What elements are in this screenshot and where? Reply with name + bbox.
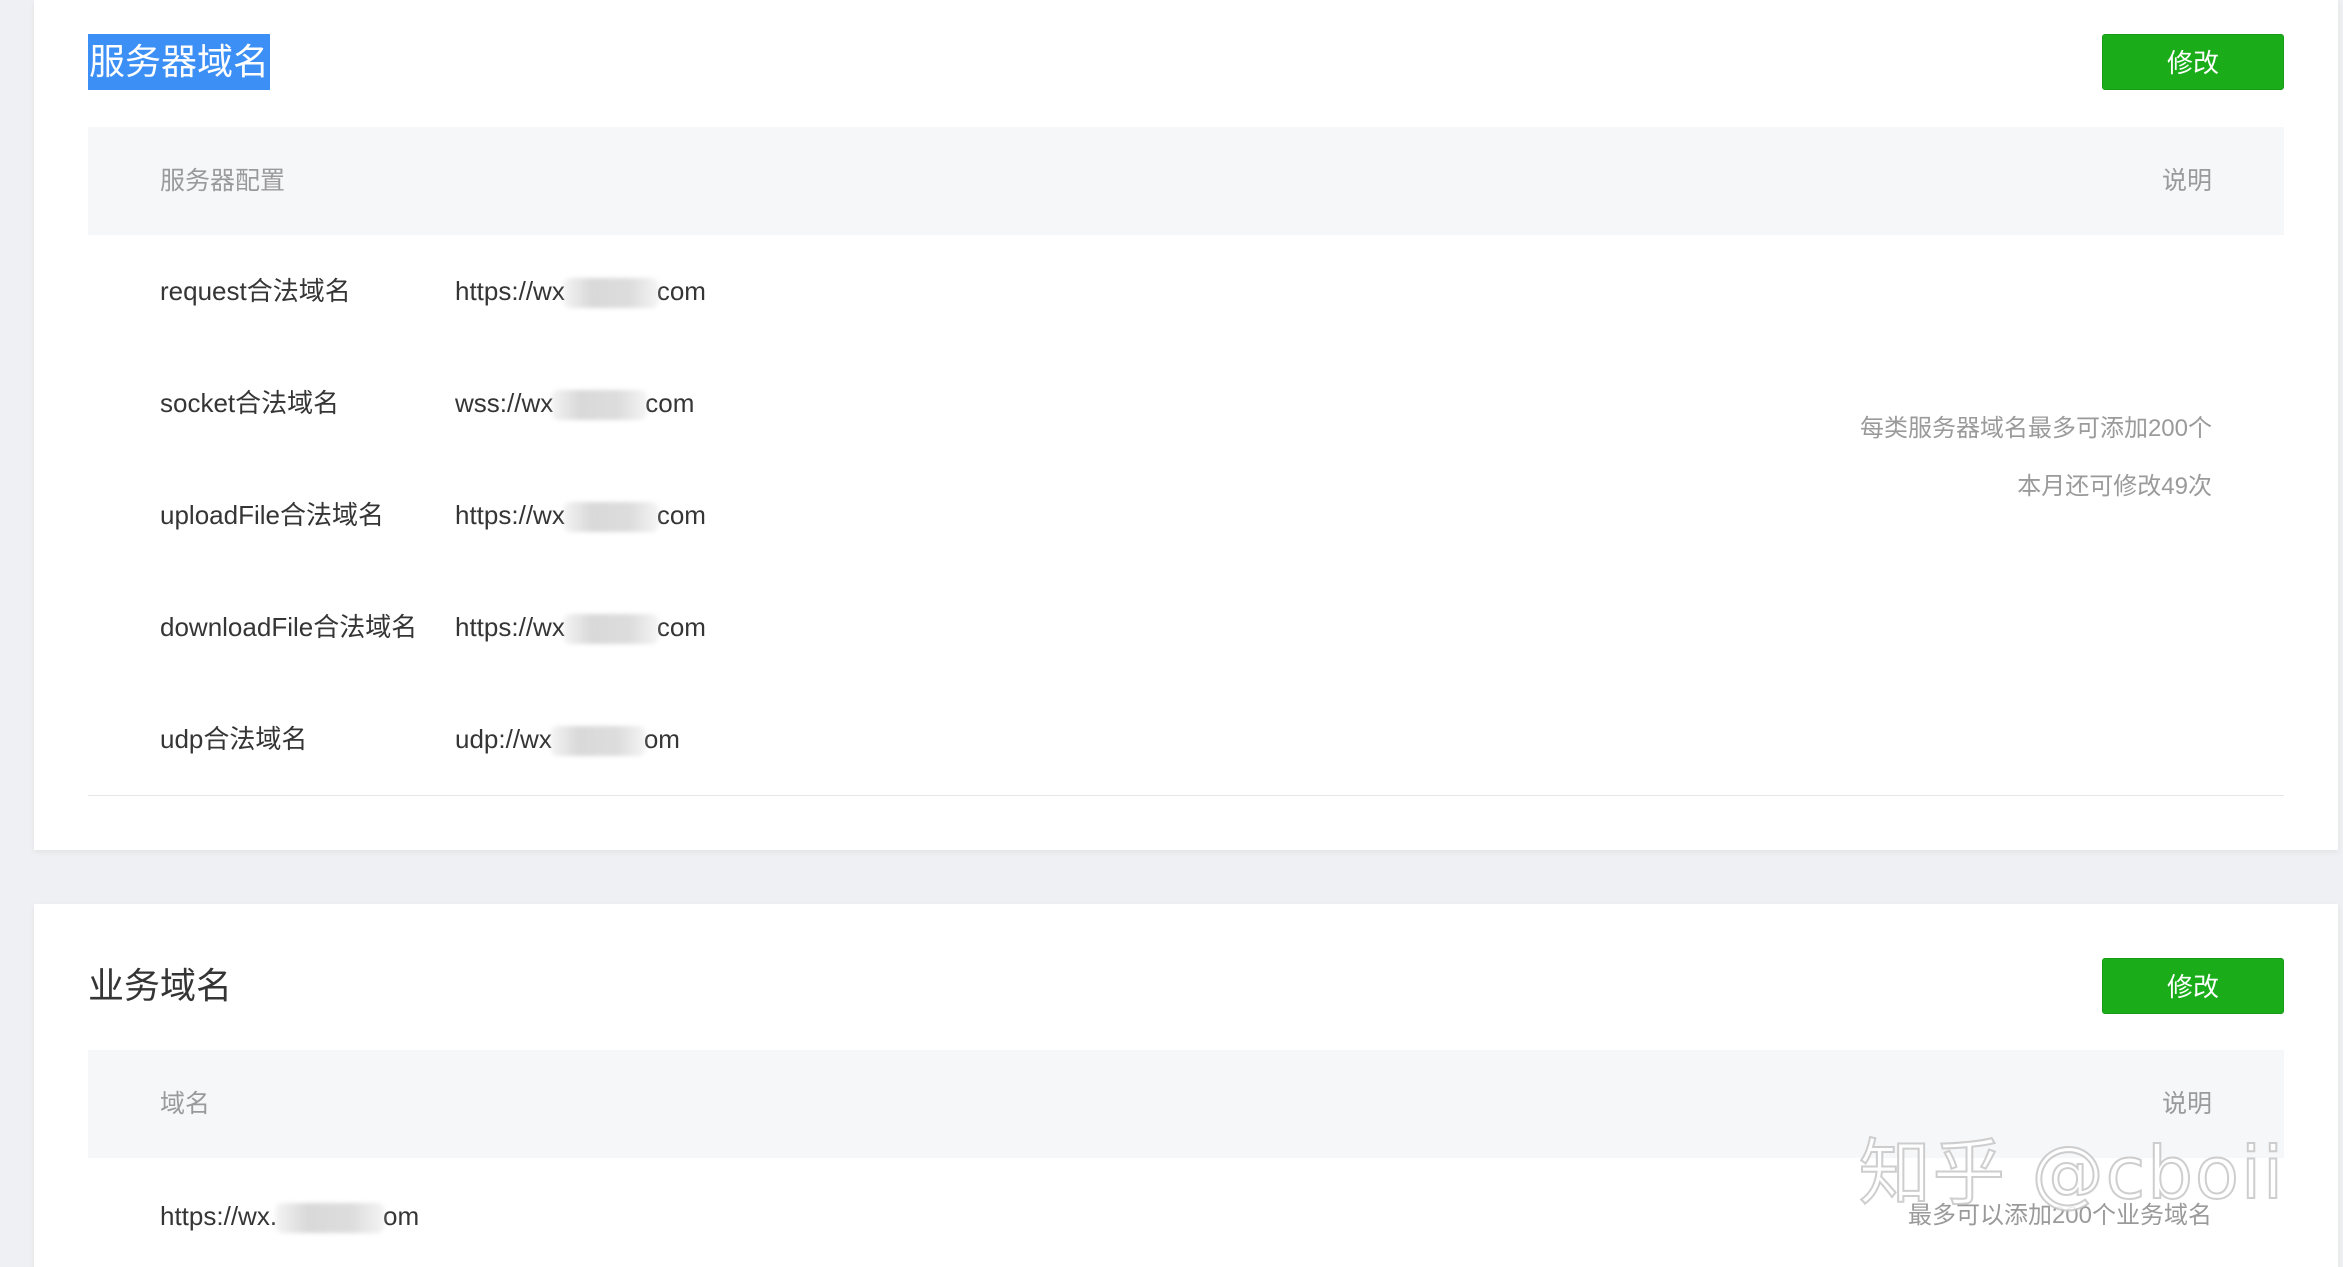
column-header-description: 说明: [2161, 1090, 2212, 1118]
upload-domain-row: uploadFile合法域名 https://wx com: [160, 490, 706, 540]
row-value: https://wx com: [455, 490, 706, 540]
page: 服务器域名 修改 服务器配置 说明 request合法域名 https://wx c…: [0, 0, 2343, 1267]
business-domain-note: 最多可以添加200个业务域名: [1907, 1202, 2212, 1229]
row-label: socket合法域名: [160, 388, 340, 418]
business-domain-table-header: 域名 说明: [88, 1050, 2284, 1158]
server-domain-table-header: 服务器配置 说明: [88, 127, 2284, 235]
redacted-blur: [551, 390, 648, 421]
redacted-blur: [562, 278, 659, 309]
row-label: downloadFile合法域名: [160, 612, 418, 642]
row-value: https://wx com: [455, 266, 706, 316]
redacted-blur: [562, 502, 659, 533]
row-value: https://wx com: [455, 602, 706, 652]
column-header-config: 服务器配置: [160, 167, 286, 195]
row-value: udp://wx om: [455, 714, 680, 764]
business-domain-title: 业务域名: [88, 965, 233, 1006]
udp-domain-row: udp合法域名 udp://wx om: [160, 714, 680, 764]
redacted-blur: [549, 726, 646, 757]
row-value: wss://wx com: [455, 378, 694, 428]
row-label: request合法域名: [160, 276, 351, 306]
row-label: udp合法域名: [160, 724, 308, 754]
server-domain-title: 服务器域名: [88, 34, 271, 90]
divider: [88, 795, 2284, 796]
server-domain-note-remaining: 本月还可修改49次: [2017, 473, 2212, 500]
server-domain-card: 服务器域名 修改 服务器配置 说明 request合法域名 https://wx c…: [34, 0, 2338, 850]
row-value: https://wx. om: [160, 1191, 419, 1241]
business-domain-edit-button[interactable]: 修改: [2102, 958, 2284, 1014]
server-domain-note-limit: 每类服务器域名最多可添加200个: [1859, 415, 2212, 442]
business-domain-card: 业务域名 修改 域名 说明 https://wx. om 最多可以添加200个业务…: [34, 904, 2338, 1267]
business-domain-row: https://wx. om: [160, 1191, 419, 1241]
server-domain-edit-button[interactable]: 修改: [2102, 34, 2284, 90]
column-header-domain: 域名: [160, 1090, 211, 1118]
redacted-blur: [562, 614, 659, 645]
row-label: uploadFile合法域名: [160, 500, 384, 530]
download-domain-row: downloadFile合法域名 https://wx com: [160, 602, 706, 652]
redacted-blur: [275, 1203, 386, 1234]
column-header-description: 说明: [2161, 167, 2212, 195]
request-domain-row: request合法域名 https://wx com: [160, 266, 706, 316]
socket-domain-row: socket合法域名 wss://wx com: [160, 378, 694, 428]
